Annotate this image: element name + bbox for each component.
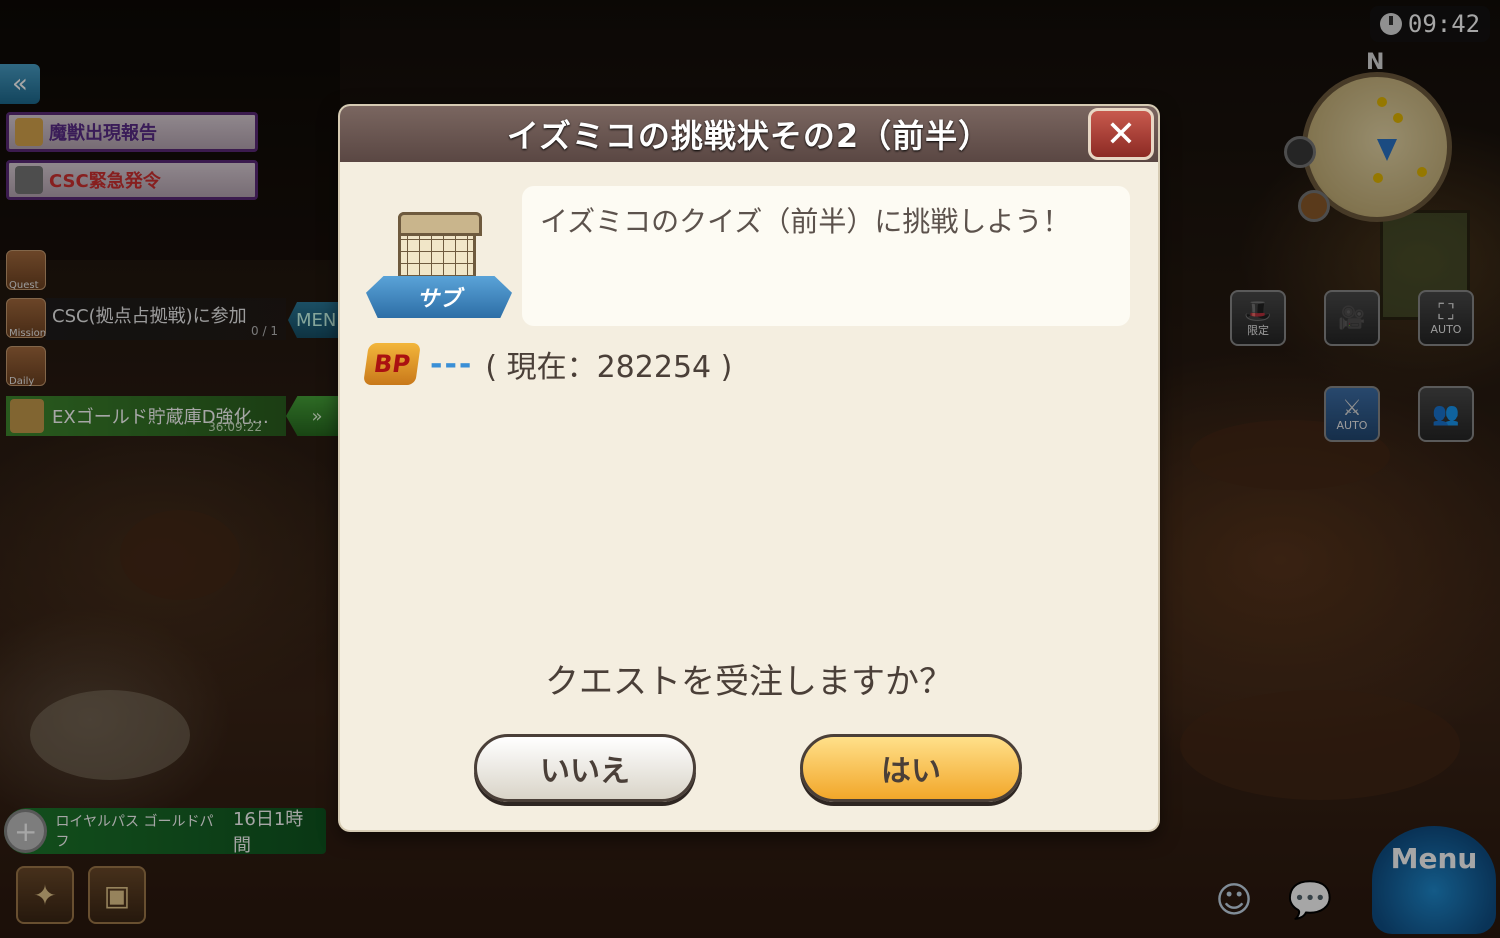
quest-description: イズミコのクイズ（前半）に挑戦しよう！ — [540, 205, 1071, 238]
sub-quest-badge: サブ — [366, 212, 512, 328]
no-button-label: いいえ — [540, 754, 630, 789]
bp-row: BP --- ( 現在：282254 ) — [363, 342, 733, 386]
calendar-icon — [398, 212, 482, 286]
sub-quest-label: サブ — [416, 287, 461, 312]
bp-cost: --- — [430, 346, 474, 382]
close-icon: ✕ — [1105, 113, 1137, 155]
bp-current: ( 現在：282254 ) — [485, 350, 733, 385]
yes-button-label: はい — [881, 754, 941, 789]
quest-accept-dialog: イズミコの挑戦状その2（前半） ✕ サブ イズミコのクイズ（前半）に挑戦しよう！… — [340, 106, 1158, 830]
close-button[interactable]: ✕ — [1088, 108, 1154, 160]
quest-description-box: イズミコのクイズ（前半）に挑戦しよう！ — [522, 186, 1130, 326]
yes-button[interactable]: はい — [800, 734, 1022, 802]
sub-quest-ribbon: サブ — [366, 276, 512, 318]
bp-icon: BP — [363, 343, 421, 385]
no-button[interactable]: いいえ — [474, 734, 696, 802]
accept-question: クエストを受注しますか？ — [545, 662, 953, 702]
dialog-title: イズミコの挑戦状その2（前半） — [506, 117, 992, 155]
dialog-header: イズミコの挑戦状その2（前半） — [340, 106, 1158, 162]
